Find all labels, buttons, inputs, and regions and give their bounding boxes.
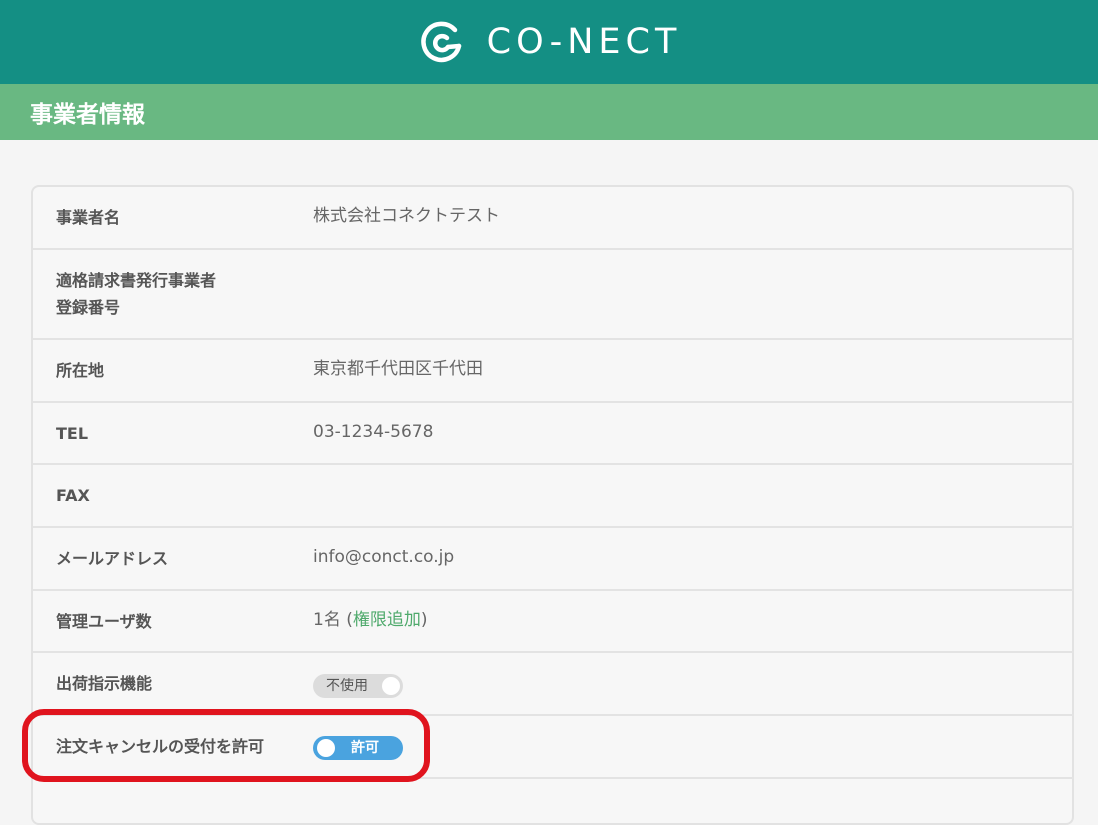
row-label-line1: 適格請求書発行事業者 (56, 271, 217, 290)
row-label: TEL (56, 424, 89, 443)
row-value: 東京都千代田区千代田 (313, 359, 483, 379)
row-value: 03-1234-5678 (313, 422, 434, 442)
toggle-knob (382, 677, 400, 695)
row-label: 事業者名 (56, 208, 121, 227)
toggle-label: 許可 (351, 740, 379, 756)
row-label-line2: 登録番号 (56, 298, 121, 317)
info-row-address: 所在地 東京都千代田区千代田 (33, 340, 1074, 403)
info-row-email: メールアドレス info@conct.co.jp (33, 528, 1074, 591)
page-title: 事業者情報 (30, 102, 145, 128)
row-label: 注文キャンセルの受付を許可 (56, 737, 265, 756)
business-info-card: 事業者名 株式会社コネクトテスト 適格請求書発行事業者 登録番号 所在地 東京都… (31, 185, 1074, 825)
conect-logo-icon (417, 18, 465, 66)
row-value: 1名 (権限追加) (313, 607, 428, 634)
toggle-label: 不使用 (326, 678, 368, 694)
paren-open: ( (346, 610, 353, 630)
info-row-invoice-registration: 適格請求書発行事業者 登録番号 (33, 250, 1074, 340)
info-row-business-name: 事業者名 株式会社コネクトテスト (33, 187, 1074, 250)
info-row-shipping-instruction: 出荷指示機能 不使用 (33, 653, 1074, 716)
shipping-instruction-toggle[interactable]: 不使用 (313, 674, 403, 698)
info-row-admin-users: 管理ユーザ数 1名 (権限追加) (33, 591, 1074, 653)
info-row-fax: FAX (33, 465, 1074, 528)
section-header: 事業者情報 (0, 84, 1098, 140)
toggle-knob (317, 739, 335, 757)
row-label: FAX (56, 486, 90, 505)
row-label: 所在地 (56, 361, 105, 380)
brand-logo[interactable]: CO-NECT (417, 18, 682, 66)
paren-close: ) (420, 610, 428, 630)
add-permission-link[interactable]: 権限追加 (353, 610, 421, 630)
brand-name: CO-NECT (486, 22, 682, 62)
app-header: CO-NECT (0, 0, 1098, 84)
info-row-order-cancel: 注文キャンセルの受付を許可 許可 (33, 716, 1074, 779)
info-row-tel: TEL 03-1234-5678 (33, 403, 1074, 465)
row-label: メールアドレス (56, 549, 169, 568)
order-cancel-toggle[interactable]: 許可 (313, 736, 403, 760)
row-value: 株式会社コネクトテスト (313, 206, 500, 226)
row-value: info@conct.co.jp (313, 547, 455, 567)
admin-user-count: 1名 (313, 610, 341, 630)
row-label: 管理ユーザ数 (56, 612, 152, 631)
row-label: 出荷指示機能 (56, 674, 153, 693)
